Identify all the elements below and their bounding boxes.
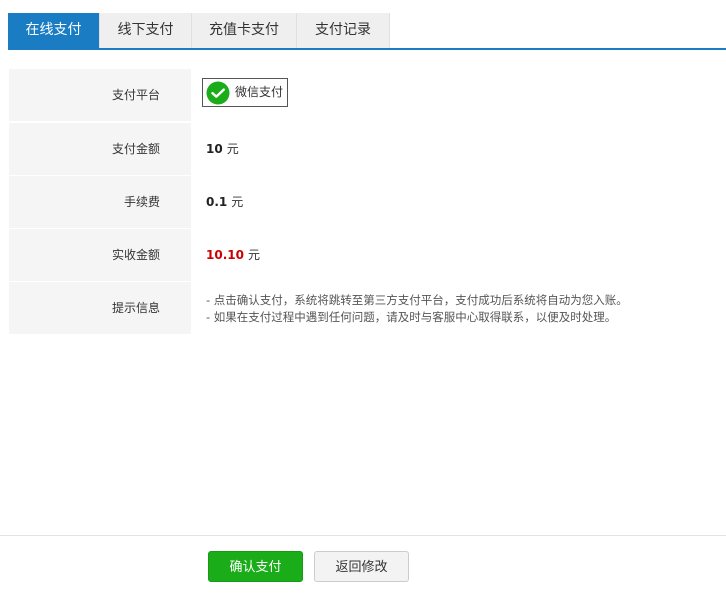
tips-text: - 点击确认支付，系统将跳转至第三方支付平台，支付成功后系统将自动为您入账。 -… [206, 292, 628, 326]
tip-line: - 点击确认支付，系统将跳转至第三方支付平台，支付成功后系统将自动为您入账。 [206, 293, 628, 307]
amount-number: 10 [206, 142, 223, 156]
row-received: 实收金额 10.10 元 [9, 229, 726, 282]
tip-line: - 如果在支付过程中遇到任何问题，请及时与客服中心取得联系，以便及时处理。 [206, 310, 617, 324]
tab-online-payment[interactable]: 在线支付 [8, 13, 100, 48]
row-tips: 提示信息 - 点击确认支付，系统将跳转至第三方支付平台，支付成功后系统将自动为您… [9, 282, 726, 335]
amount-label: 支付金额 [9, 123, 191, 175]
tab-offline-payment[interactable]: 线下支付 [100, 13, 192, 48]
row-amount: 支付金额 10 元 [9, 123, 726, 176]
received-number: 10.10 [206, 248, 244, 262]
amount-value: 10 元 [206, 123, 239, 175]
footer-divider [0, 535, 726, 536]
fee-unit: 元 [231, 195, 244, 209]
received-label: 实收金额 [9, 229, 191, 281]
amount-unit: 元 [226, 142, 239, 156]
platform-label: 支付平台 [9, 69, 191, 121]
confirm-payment-button[interactable]: 确认支付 [208, 551, 303, 582]
fee-value: 0.1 元 [206, 176, 243, 228]
fee-number: 0.1 [206, 195, 228, 209]
tab-card-payment[interactable]: 充值卡支付 [192, 13, 297, 48]
row-platform: 支付平台 微信支付 [9, 69, 726, 122]
tab-payment-records[interactable]: 支付记录 [297, 13, 390, 48]
received-unit: 元 [247, 248, 260, 262]
back-modify-button[interactable]: 返回修改 [314, 551, 409, 582]
wechat-pay-label: 微信支付 [235, 85, 284, 99]
fee-label: 手续费 [9, 176, 191, 228]
wechat-pay-icon [206, 81, 230, 105]
received-value: 10.10 元 [206, 229, 260, 281]
wechat-pay-option[interactable]: 微信支付 [202, 78, 288, 107]
tips-label: 提示信息 [9, 282, 191, 334]
row-fee: 手续费 0.1 元 [9, 176, 726, 229]
payment-tabs: 在线支付 线下支付 充值卡支付 支付记录 [8, 13, 726, 50]
